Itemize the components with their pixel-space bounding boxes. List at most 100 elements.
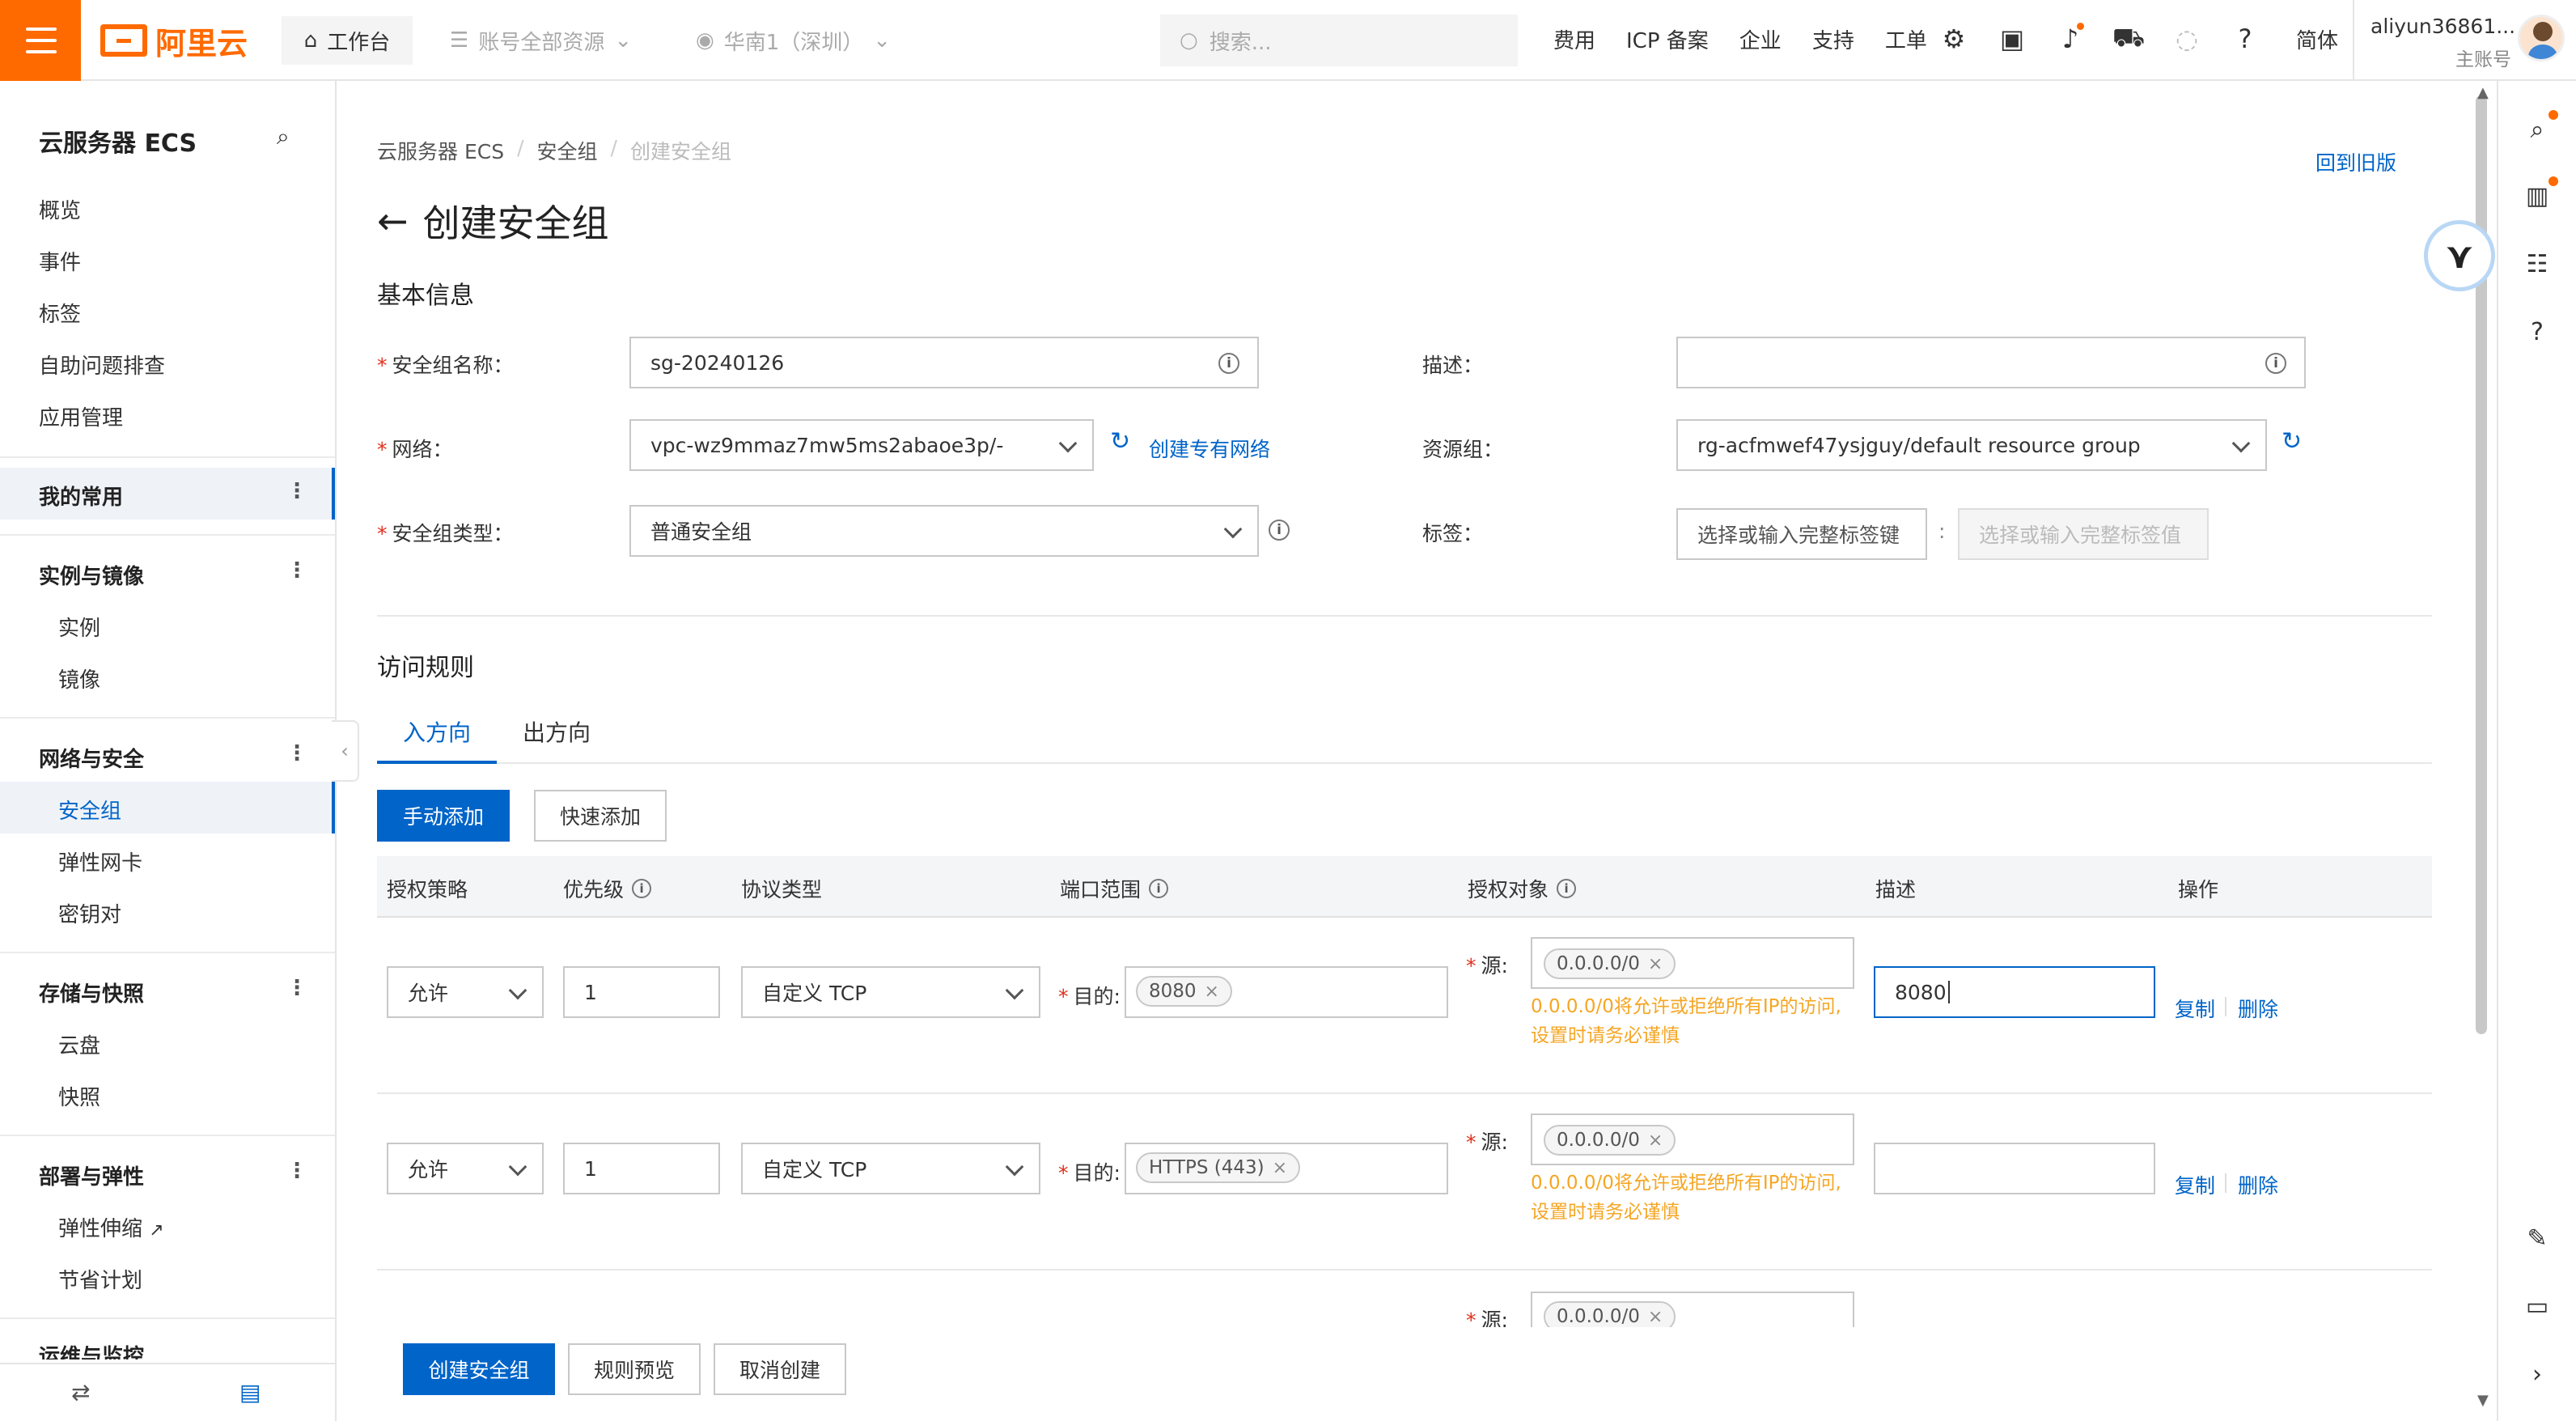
help-icon[interactable]: ? xyxy=(2230,23,2260,55)
resource-selector[interactable]: ☰ 账号全部资源 ⌄ xyxy=(450,16,632,65)
chat-icon[interactable]: ▭ xyxy=(2521,1290,2553,1322)
help-icon[interactable]: ? xyxy=(2521,316,2553,348)
resource-group-select[interactable]: rg-acfmwef47ysjguy/default resource grou… xyxy=(1676,419,2267,471)
bulb-icon[interactable]: ◌ xyxy=(2171,23,2202,55)
sidebar-group-deploy[interactable]: 部署与弹性 xyxy=(39,1160,144,1190)
user-menu[interactable]: aliyun36861... 主账号 xyxy=(2353,0,2576,81)
priority-input[interactable]: 1 xyxy=(563,966,720,1018)
tab-inbound[interactable]: 入方向 xyxy=(403,715,471,748)
rule-description-input[interactable] xyxy=(1874,1143,2155,1194)
copy-rule-link[interactable]: 复制 xyxy=(2175,1170,2215,1199)
sidebar-item-overview[interactable]: 概览 xyxy=(39,194,81,224)
menu-icon[interactable] xyxy=(0,0,81,81)
info-icon[interactable]: i xyxy=(2265,353,2286,374)
cloud-shell-icon[interactable]: ⚙ xyxy=(1938,23,1969,55)
more-icon[interactable]: ⋮ xyxy=(286,741,307,766)
rule-description-input[interactable]: 8080 xyxy=(1874,966,2155,1018)
sidebar-item-events[interactable]: 事件 xyxy=(39,246,81,276)
sidebar-item-keypair[interactable]: 密钥对 xyxy=(58,898,121,928)
sidebar-group-network[interactable]: 网络与安全 xyxy=(39,743,144,773)
policy-select[interactable]: 允许 xyxy=(387,1143,544,1194)
book-icon[interactable]: ▥ xyxy=(2521,176,2558,212)
close-icon[interactable]: × xyxy=(1648,1130,1663,1151)
sidebar-item-tags[interactable]: 标签 xyxy=(39,298,81,328)
quick-add-button[interactable]: 快速添加 xyxy=(534,790,667,842)
checklist-icon[interactable]: ☷ xyxy=(2521,248,2553,280)
chevron-right-icon[interactable]: › xyxy=(2521,1358,2553,1390)
more-icon[interactable]: ⋮ xyxy=(286,976,307,1000)
security-group-type-select[interactable]: 普通安全组 xyxy=(629,505,1259,557)
sidebar-item-app-manage[interactable]: 应用管理 xyxy=(39,401,123,431)
info-icon[interactable]: i xyxy=(1218,353,1239,374)
feedback-icon[interactable]: ▤ xyxy=(239,1379,261,1406)
cart-icon[interactable]: ⛟ xyxy=(2112,22,2145,55)
sidebar-item-savings-plan[interactable]: 节省计划 xyxy=(58,1264,142,1294)
language-switch[interactable]: 简体 xyxy=(2296,24,2338,54)
scroll-up-icon[interactable]: ▲ xyxy=(2477,84,2489,101)
ai-assistant-icon[interactable]: ⋎ xyxy=(2424,220,2495,291)
create-security-group-button[interactable]: 创建安全组 xyxy=(403,1343,555,1395)
rule-preview-button[interactable]: 规则预览 xyxy=(568,1343,701,1395)
close-icon[interactable]: × xyxy=(1205,982,1219,1002)
delete-rule-link[interactable]: 删除 xyxy=(2238,994,2278,1023)
sidebar-group-storage[interactable]: 存储与快照 xyxy=(39,978,144,1007)
region-selector[interactable]: ◉ 华南1（深圳） ⌄ xyxy=(696,16,891,65)
back-old-version-link[interactable]: 回到旧版 xyxy=(2315,147,2396,176)
nav-link-ticket[interactable]: 工单 xyxy=(1885,24,1927,54)
search-icon[interactable]: ⌕ xyxy=(2521,110,2558,146)
sidebar-group-favorites[interactable]: 我的常用 xyxy=(39,481,123,511)
priority-input[interactable]: 1 xyxy=(563,1143,720,1194)
breadcrumb-ecs[interactable]: 云服务器 ECS xyxy=(377,136,504,165)
collapse-sidebar-button[interactable]: ‹ xyxy=(332,720,359,782)
sidebar-item-security-group[interactable]: 安全组 xyxy=(58,795,121,825)
tab-outbound[interactable]: 出方向 xyxy=(523,715,591,748)
back-arrow-icon[interactable]: ← xyxy=(377,199,409,243)
tag-value-input[interactable]: 选择或输入完整标签值 xyxy=(1958,508,2209,560)
search-icon[interactable]: ⌕ xyxy=(277,123,290,151)
breadcrumb-security-group[interactable]: 安全组 xyxy=(537,136,598,165)
more-icon[interactable]: ⋮ xyxy=(286,558,307,583)
edit-icon[interactable]: ✎ xyxy=(2521,1222,2553,1254)
global-search-input[interactable]: ○ 搜索... xyxy=(1160,15,1518,66)
create-vpc-link[interactable]: 创建专有网络 xyxy=(1149,434,1270,463)
aliyun-logo[interactable]: 阿里云 xyxy=(100,21,248,62)
nav-link-fees[interactable]: 费用 xyxy=(1553,24,1595,54)
tag-key-input[interactable]: 选择或输入完整标签键 xyxy=(1676,508,1927,560)
more-icon[interactable]: ⋮ xyxy=(286,479,307,503)
protocol-select[interactable]: 自定义 TCP xyxy=(741,1143,1040,1194)
bell-icon[interactable]: ♪ xyxy=(2055,23,2086,55)
avatar[interactable] xyxy=(2518,15,2565,62)
sidebar-item-eni[interactable]: 弹性网卡 xyxy=(58,846,142,876)
description-input[interactable]: i xyxy=(1676,337,2306,388)
sidebar-item-autoscaling[interactable]: 弹性伸缩 ↗ xyxy=(58,1212,164,1242)
more-icon[interactable]: ⋮ xyxy=(286,1159,307,1183)
sidebar-item-instance[interactable]: 实例 xyxy=(58,612,100,642)
switch-icon[interactable]: ⇄ xyxy=(71,1379,90,1406)
cancel-create-button[interactable]: 取消创建 xyxy=(714,1343,846,1395)
copy-rule-link[interactable]: 复制 xyxy=(2175,994,2215,1023)
security-group-name-input[interactable]: sg-20240126 i xyxy=(629,337,1259,388)
network-select[interactable]: vpc-wz9mmaz7mw5ms2abaoe3p/- xyxy=(629,419,1094,471)
manual-add-button[interactable]: 手动添加 xyxy=(377,790,510,842)
policy-select[interactable]: 允许 xyxy=(387,966,544,1018)
sidebar-item-image[interactable]: 镜像 xyxy=(58,664,100,694)
close-icon[interactable]: × xyxy=(1648,954,1663,974)
delete-rule-link[interactable]: 删除 xyxy=(2238,1170,2278,1199)
sidebar-group-instances[interactable]: 实例与镜像 xyxy=(39,560,144,590)
sidebar-item-snapshot[interactable]: 快照 xyxy=(58,1081,100,1111)
info-icon[interactable]: i xyxy=(1557,879,1577,898)
protocol-select[interactable]: 自定义 TCP xyxy=(741,966,1040,1018)
sidebar-item-troubleshoot[interactable]: 自助问题排查 xyxy=(39,350,165,380)
close-icon[interactable]: × xyxy=(1273,1158,1287,1178)
info-icon[interactable]: i xyxy=(1269,520,1290,541)
workbench-button[interactable]: ⌂ 工作台 xyxy=(282,16,413,65)
refresh-icon[interactable]: ↻ xyxy=(1110,427,1130,456)
sidebar-item-disk[interactable]: 云盘 xyxy=(58,1029,100,1059)
nav-link-icp[interactable]: ICP 备案 xyxy=(1626,24,1709,54)
scroll-down-icon[interactable]: ▼ xyxy=(2477,1392,2489,1409)
info-icon[interactable]: i xyxy=(1149,879,1169,898)
info-icon[interactable]: i xyxy=(632,879,652,898)
sidebar-group-ops[interactable]: 运维与监控 xyxy=(39,1340,144,1359)
terminal-icon[interactable]: ▣ xyxy=(1997,23,2027,55)
nav-link-enterprise[interactable]: 企业 xyxy=(1739,24,1782,54)
